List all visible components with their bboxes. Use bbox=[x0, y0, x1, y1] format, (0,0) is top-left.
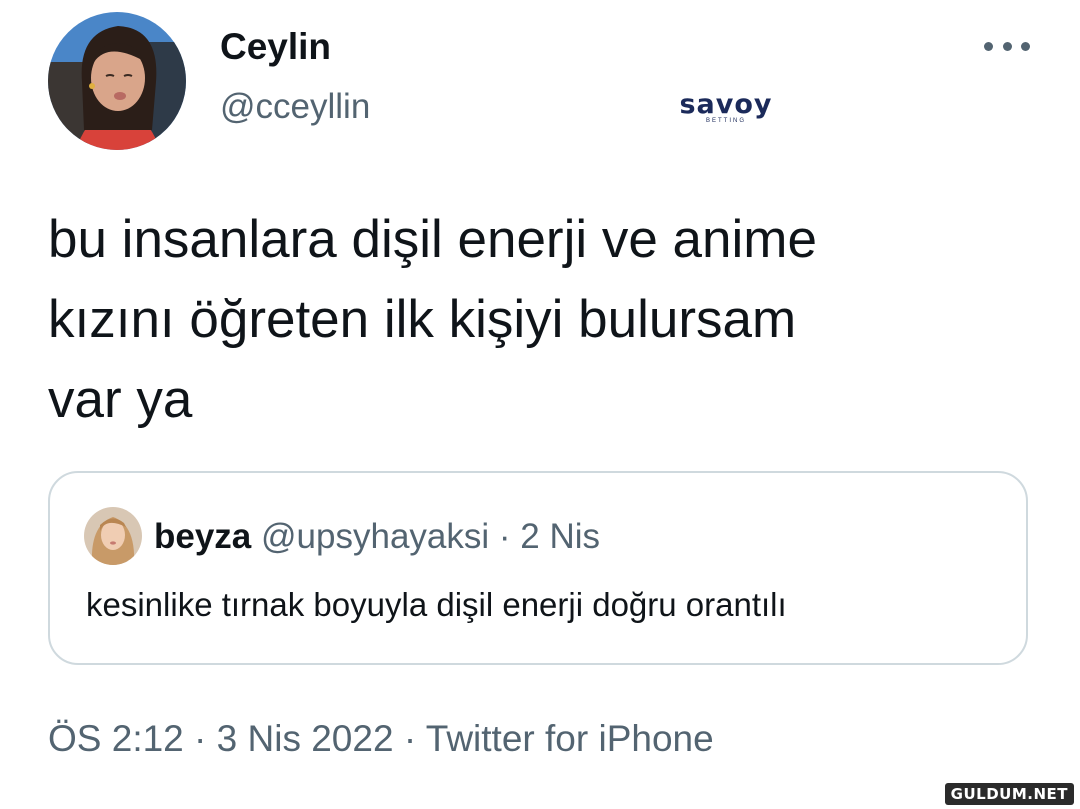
profile-photo bbox=[84, 507, 142, 565]
brand-logo-word: savoy bbox=[679, 89, 773, 120]
tweet-text: bu insanlara dişil enerji ve anime kızın… bbox=[48, 200, 1038, 440]
site-watermark: GULDUM.NET bbox=[944, 783, 1074, 805]
tweet-time[interactable]: ÖS 2:12 bbox=[48, 718, 184, 759]
more-options-button[interactable] bbox=[984, 36, 1030, 56]
tweet-metadata: ÖS 2:12 · 3 Nis 2022 · Twitter for iPhon… bbox=[48, 718, 714, 760]
quoted-tweet-text: kesinlike tırnak boyuyla dişil enerji do… bbox=[86, 586, 787, 623]
tweet-line: var ya bbox=[48, 370, 193, 429]
author-avatar[interactable] bbox=[48, 12, 186, 150]
brand-logo: savoy BETTING bbox=[676, 90, 776, 125]
quoted-tweet-header: beyza @upsyhayaksi · 2 Nis bbox=[154, 517, 600, 557]
tweet-line: bu insanlara dişil enerji ve anime bbox=[48, 210, 817, 269]
separator-dot: · bbox=[194, 718, 207, 759]
author-name[interactable]: Ceylin bbox=[220, 26, 331, 68]
more-horizontal-icon bbox=[984, 41, 993, 51]
tweet-date[interactable]: 3 Nis 2022 bbox=[217, 718, 394, 759]
quoted-tweet-card[interactable]: beyza @upsyhayaksi · 2 Nis kesinlike tır… bbox=[48, 471, 1028, 665]
separator-dot: · bbox=[498, 517, 511, 556]
tweet-source[interactable]: Twitter for iPhone bbox=[426, 718, 714, 759]
separator-dot: · bbox=[403, 718, 417, 759]
quoted-author-name[interactable]: beyza bbox=[154, 517, 251, 556]
quoted-author-handle[interactable]: @upsyhayaksi bbox=[261, 517, 489, 556]
quoted-tweet-date[interactable]: 2 Nis bbox=[520, 517, 600, 556]
tweet-line: kızını öğreten ilk kişiyi bulursam bbox=[48, 290, 797, 349]
profile-photo bbox=[48, 12, 186, 150]
author-handle[interactable]: @cceyllin bbox=[220, 87, 370, 127]
quoted-author-avatar[interactable] bbox=[84, 507, 142, 565]
